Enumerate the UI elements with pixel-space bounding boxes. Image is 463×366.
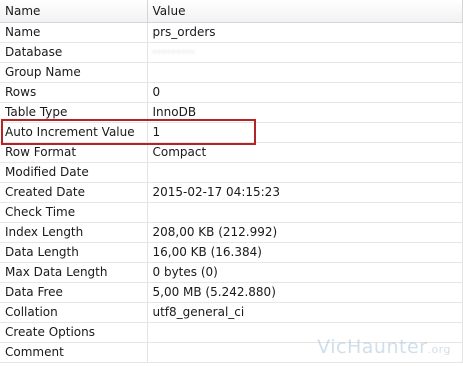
property-value[interactable]: utf8_general_ci [147, 302, 463, 323]
property-name: Data Free [0, 282, 148, 303]
property-value[interactable]: 1 [147, 122, 463, 143]
table-row-highlighted[interactable]: Auto Increment Value 1 [0, 122, 463, 143]
property-name: Data Length [0, 242, 148, 263]
table-row[interactable]: Created Date 2015-02-17 04:15:23 [0, 182, 463, 203]
watermark: VicHaunter.org [317, 336, 451, 358]
table-row[interactable]: Collation utf8_general_ci [0, 302, 463, 323]
header-row: Name Value [0, 0, 463, 23]
property-value[interactable]: prs_orders [147, 22, 463, 43]
table-row[interactable]: Max Data Length 0 bytes (0) [0, 262, 463, 283]
table-row[interactable]: Group Name [0, 62, 463, 83]
table-row[interactable]: Row Format Compact [0, 142, 463, 163]
property-value[interactable] [147, 202, 463, 223]
table-row[interactable]: Table Type InnoDB [0, 102, 463, 123]
property-value[interactable]: 16,00 KB (16.384) [147, 242, 463, 263]
table-row[interactable]: Name prs_orders [0, 22, 463, 43]
property-name: Check Time [0, 202, 148, 223]
properties-table: Name Value Name prs_orders Database ······… [0, 0, 463, 363]
watermark-suffix: .org [427, 343, 451, 356]
property-value[interactable]: 0 bytes (0) [147, 262, 463, 283]
property-name: Rows [0, 82, 148, 103]
property-name: Group Name [0, 62, 148, 83]
property-value[interactable]: ········· [147, 42, 463, 63]
property-name: Table Type [0, 102, 148, 123]
redacted-value: ········· [152, 45, 196, 59]
property-value[interactable] [147, 62, 463, 83]
column-header-name[interactable]: Name [0, 0, 148, 23]
property-value[interactable]: InnoDB [147, 102, 463, 123]
table-row[interactable]: Data Free 5,00 MB (5.242.880) [0, 282, 463, 303]
property-value[interactable] [147, 162, 463, 183]
property-value[interactable]: 0 [147, 82, 463, 103]
table-row[interactable]: Database ········· [0, 42, 463, 63]
property-name: Collation [0, 302, 148, 323]
table-row[interactable]: Modified Date [0, 162, 463, 183]
property-name: Created Date [0, 182, 148, 203]
property-name: Row Format [0, 142, 148, 163]
property-value[interactable]: Compact [147, 142, 463, 163]
table-row[interactable]: Rows 0 [0, 82, 463, 103]
table-row[interactable]: Check Time [0, 202, 463, 223]
table-row[interactable]: Data Length 16,00 KB (16.384) [0, 242, 463, 263]
watermark-text: VicHaunter [317, 336, 428, 358]
property-name: Name [0, 22, 148, 43]
property-name: Auto Increment Value [0, 122, 148, 143]
property-name: Create Options [0, 322, 148, 343]
property-name: Index Length [0, 222, 148, 243]
property-value[interactable]: 2015-02-17 04:15:23 [147, 182, 463, 203]
property-value[interactable]: 208,00 KB (212.992) [147, 222, 463, 243]
column-header-value[interactable]: Value [147, 0, 463, 23]
property-name: Modified Date [0, 162, 148, 183]
property-name: Max Data Length [0, 262, 148, 283]
property-name: Comment [0, 342, 148, 363]
table-row[interactable]: Index Length 208,00 KB (212.992) [0, 222, 463, 243]
property-name: Database [0, 42, 148, 63]
property-value[interactable]: 5,00 MB (5.242.880) [147, 282, 463, 303]
